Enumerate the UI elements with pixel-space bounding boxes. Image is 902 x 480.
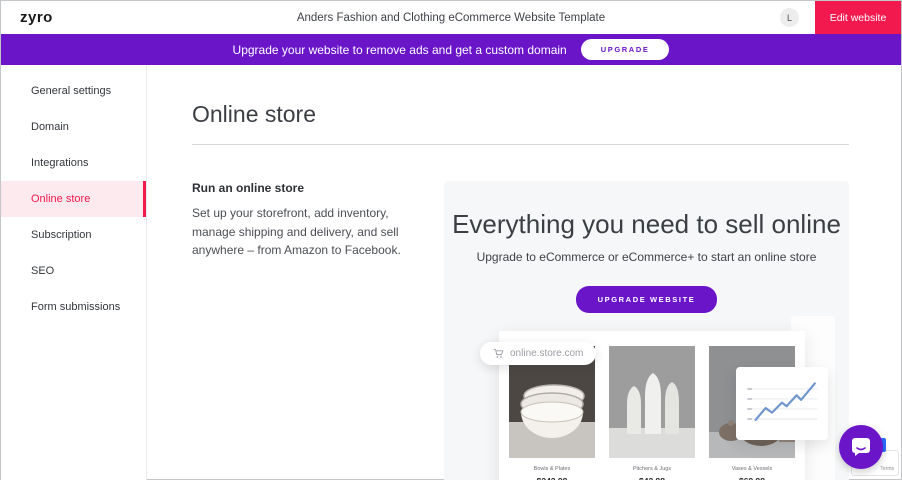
zyro-logo: zyro	[1, 9, 53, 26]
product-name: Pitchers & Jugs	[609, 466, 695, 472]
sidebar-item-online-store[interactable]: Online store	[1, 181, 146, 217]
store-url-pill: online.store.com	[480, 342, 596, 365]
upgrade-button[interactable]: UPGRADE	[581, 39, 670, 60]
title-divider	[192, 144, 849, 145]
intro-heading: Run an online store	[192, 181, 402, 195]
edit-website-button[interactable]: Edit website	[815, 1, 901, 34]
upgrade-banner: Upgrade your website to remove ads and g…	[1, 34, 901, 65]
main-content: Online store Run an online store Set up …	[147, 65, 901, 480]
product-price: $242.98	[509, 476, 595, 480]
sidebar-item-seo[interactable]: SEO	[1, 253, 146, 289]
promo-subheading: Upgrade to eCommerce or eCommerce+ to st…	[444, 250, 849, 264]
product-tile: Pitchers & Jugs $42.98	[609, 346, 695, 480]
avatar[interactable]: L	[780, 8, 799, 27]
settings-sidebar: General settings Domain Integrations Onl…	[1, 65, 147, 480]
sparkline-chart	[741, 374, 823, 433]
upgrade-website-button[interactable]: UPGRADE WEBSITE	[576, 286, 718, 313]
sidebar-item-domain[interactable]: Domain	[1, 109, 146, 145]
ecommerce-promo-panel: Everything you need to sell online Upgra…	[444, 181, 849, 480]
product-price: $42.98	[609, 476, 695, 480]
sidebar-item-general-settings[interactable]: General settings	[1, 73, 146, 109]
chat-button[interactable]	[839, 425, 883, 469]
intro-column: Run an online store Set up your storefro…	[192, 181, 402, 480]
product-price: $69.98	[709, 476, 795, 480]
sidebar-item-integrations[interactable]: Integrations	[1, 145, 146, 181]
product-tile: Bowls & Plates $242.98	[509, 346, 595, 480]
sidebar-item-subscription[interactable]: Subscription	[1, 217, 146, 253]
sidebar-item-form-submissions[interactable]: Form submissions	[1, 289, 146, 325]
product-image-pitchers	[609, 346, 695, 458]
store-url-text: online.store.com	[510, 348, 583, 359]
upgrade-banner-text: Upgrade your website to remove ads and g…	[233, 43, 567, 57]
site-title: Anders Fashion and Clothing eCommerce We…	[1, 12, 901, 24]
intro-description: Set up your storefront, add inventory, m…	[192, 204, 402, 260]
product-name: Vases & Vessels	[709, 466, 795, 472]
top-bar: zyro Anders Fashion and Clothing eCommer…	[1, 1, 901, 34]
page-title: Online store	[192, 101, 849, 128]
product-name: Bowls & Plates	[509, 466, 595, 472]
sales-chart-card	[736, 367, 828, 440]
promo-heading: Everything you need to sell online	[444, 209, 849, 240]
cart-icon	[493, 348, 504, 359]
terms-label[interactable]: Terms	[880, 466, 894, 472]
chat-bubble-icon	[850, 437, 872, 457]
